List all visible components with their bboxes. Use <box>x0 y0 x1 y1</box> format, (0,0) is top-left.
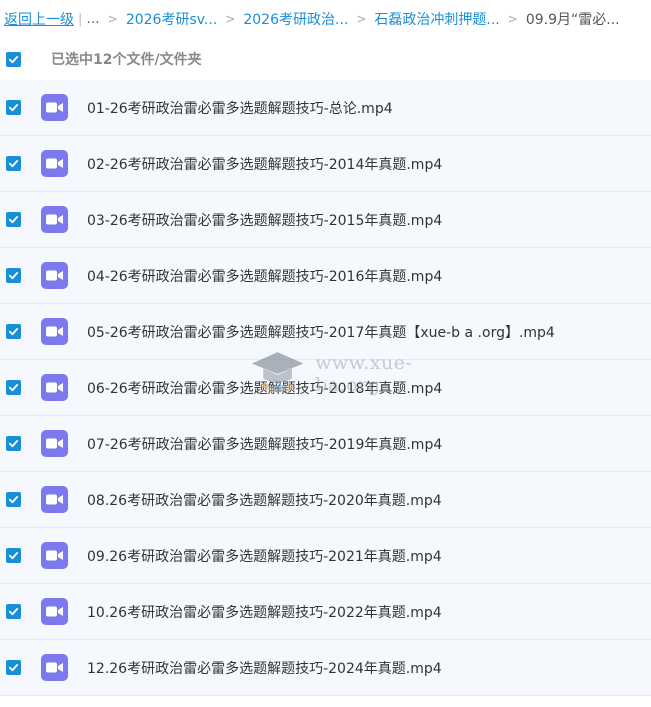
video-file-icon <box>41 94 68 121</box>
check-icon <box>8 272 19 280</box>
check-icon <box>8 160 19 168</box>
breadcrumb: 返回上一级 | ... > 2026考研sv... > 2026考研政治... … <box>0 0 651 38</box>
chevron-right-icon: > <box>107 12 118 26</box>
check-icon <box>8 216 19 224</box>
file-checkbox[interactable] <box>6 324 21 339</box>
breadcrumb-crumb-3[interactable]: 石磊政治冲刺押题... <box>374 9 499 29</box>
file-name[interactable]: 01-26考研政治雷必雷多选题解题技巧-总论.mp4 <box>87 98 393 118</box>
file-name[interactable]: 02-26考研政治雷必雷多选题解题技巧-2014年真题.mp4 <box>87 154 442 174</box>
file-name[interactable]: 03-26考研政治雷必雷多选题解题技巧-2015年真题.mp4 <box>87 210 442 230</box>
video-file-icon <box>41 150 68 177</box>
back-link[interactable]: 返回上一级 <box>4 9 74 29</box>
video-file-icon <box>41 206 68 233</box>
file-name[interactable]: 07-26考研政治雷必雷多选题解题技巧-2019年真题.mp4 <box>87 434 442 454</box>
file-row[interactable]: 12.26考研政治雷必雷多选题解题技巧-2024年真题.mp4 <box>0 640 651 696</box>
file-row[interactable]: 02-26考研政治雷必雷多选题解题技巧-2014年真题.mp4 <box>0 136 651 192</box>
file-name[interactable]: 08.26考研政治雷必雷多选题解题技巧-2020年真题.mp4 <box>87 490 442 510</box>
chevron-right-icon: > <box>225 12 236 26</box>
check-icon <box>8 608 19 616</box>
check-icon <box>8 664 19 672</box>
file-checkbox[interactable] <box>6 436 21 451</box>
file-name[interactable]: 10.26考研政治雷必雷多选题解题技巧-2022年真题.mp4 <box>87 602 442 622</box>
file-row[interactable]: 07-26考研政治雷必雷多选题解题技巧-2019年真题.mp4 <box>0 416 651 472</box>
file-row[interactable]: 01-26考研政治雷必雷多选题解题技巧-总论.mp4 <box>0 80 651 136</box>
file-name[interactable]: 06-26考研政治雷必雷多选题解题技巧-2018年真题.mp4 <box>87 378 442 398</box>
check-icon <box>8 55 19 63</box>
file-checkbox[interactable] <box>6 492 21 507</box>
breadcrumb-current: 09.9月“雷必... <box>525 12 620 28</box>
file-checkbox[interactable] <box>6 156 21 171</box>
check-icon <box>8 552 19 560</box>
file-checkbox[interactable] <box>6 100 21 115</box>
file-row[interactable]: 09.26考研政治雷必雷多选题解题技巧-2021年真题.mp4 <box>0 528 651 584</box>
check-icon <box>8 496 19 504</box>
check-icon <box>8 440 19 448</box>
file-checkbox[interactable] <box>6 380 21 395</box>
video-file-icon <box>41 486 68 513</box>
breadcrumb-crumb-1[interactable]: 2026考研sv... <box>126 9 217 29</box>
breadcrumb-crumb-2[interactable]: 2026考研政治... <box>243 9 348 29</box>
chevron-right-icon: > <box>507 12 518 26</box>
select-all-checkbox[interactable] <box>6 51 21 67</box>
video-file-icon <box>41 598 68 625</box>
file-name[interactable]: 05-26考研政治雷必雷多选题解题技巧-2017年真题【xue-b a .org… <box>87 322 555 342</box>
file-list: 01-26考研政治雷必雷多选题解题技巧-总论.mp4 02-26考研政治雷必雷多… <box>0 80 651 696</box>
selection-count-label: 已选中12个文件/文件夹 <box>51 52 202 68</box>
file-row[interactable]: 06-26考研政治雷必雷多选题解题技巧-2018年真题.mp4 <box>0 360 651 416</box>
file-row[interactable]: 03-26考研政治雷必雷多选题解题技巧-2015年真题.mp4 <box>0 192 651 248</box>
video-file-icon <box>41 262 68 289</box>
chevron-right-icon: > <box>356 12 367 26</box>
file-checkbox[interactable] <box>6 268 21 283</box>
check-icon <box>8 384 19 392</box>
file-checkbox[interactable] <box>6 660 21 675</box>
file-checkbox[interactable] <box>6 604 21 619</box>
selection-bar: 已选中12个文件/文件夹 <box>0 38 651 80</box>
file-row[interactable]: 10.26考研政治雷必雷多选题解题技巧-2022年真题.mp4 <box>0 584 651 640</box>
video-file-icon <box>41 654 68 681</box>
check-icon <box>8 104 19 112</box>
file-name[interactable]: 09.26考研政治雷必雷多选题解题技巧-2021年真题.mp4 <box>87 546 442 566</box>
file-name[interactable]: 04-26考研政治雷必雷多选题解题技巧-2016年真题.mp4 <box>87 266 442 286</box>
video-file-icon <box>41 542 68 569</box>
file-row[interactable]: 08.26考研政治雷必雷多选题解题技巧-2020年真题.mp4 <box>0 472 651 528</box>
file-name[interactable]: 12.26考研政治雷必雷多选题解题技巧-2024年真题.mp4 <box>87 658 442 678</box>
breadcrumb-ellipsis[interactable]: ... <box>86 11 99 27</box>
file-row[interactable]: 05-26考研政治雷必雷多选题解题技巧-2017年真题【xue-b a .org… <box>0 304 651 360</box>
video-file-icon <box>41 318 68 345</box>
file-checkbox[interactable] <box>6 548 21 563</box>
video-file-icon <box>41 374 68 401</box>
breadcrumb-separator: | <box>78 11 83 27</box>
video-file-icon <box>41 430 68 457</box>
check-icon <box>8 328 19 336</box>
file-checkbox[interactable] <box>6 212 21 227</box>
file-row[interactable]: 04-26考研政治雷必雷多选题解题技巧-2016年真题.mp4 <box>0 248 651 304</box>
